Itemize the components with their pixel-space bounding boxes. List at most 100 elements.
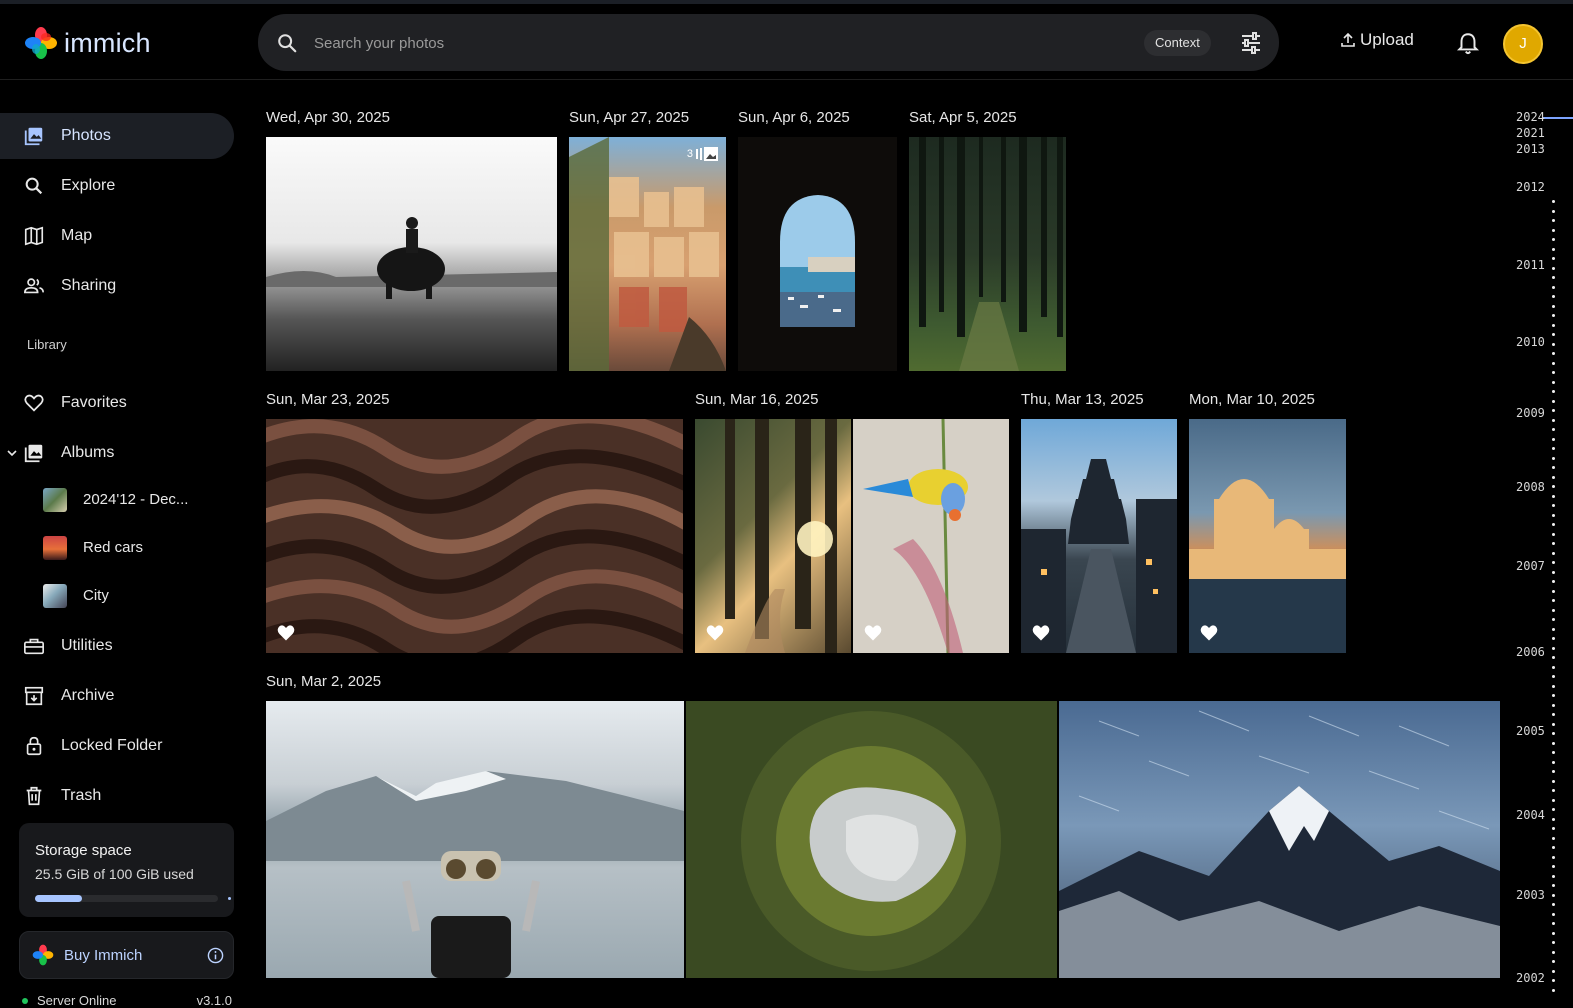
- sidebar-item-albums[interactable]: Albums: [0, 430, 234, 476]
- scrubber-year[interactable]: 2007: [1516, 559, 1545, 573]
- photo-thumbnail[interactable]: [738, 137, 897, 371]
- sidebar-item-archive[interactable]: Archive: [0, 673, 234, 719]
- date-group-header[interactable]: Thu, Mar 13, 2025: [1021, 391, 1144, 408]
- scrubber-year[interactable]: 2009: [1516, 406, 1545, 420]
- photo-thumbnail[interactable]: [1021, 419, 1177, 653]
- date-group-header[interactable]: Sun, Mar 16, 2025: [695, 391, 818, 408]
- date-group-header[interactable]: Sun, Mar 23, 2025: [266, 391, 389, 408]
- sidebar-item-label: Utilities: [61, 637, 113, 654]
- archive-icon: [24, 686, 44, 706]
- photo-content: [863, 419, 968, 653]
- photo-content: [266, 419, 683, 653]
- photo-thumbnail[interactable]: [853, 419, 1009, 653]
- sidebar-item-label: Trash: [61, 787, 102, 804]
- photo-thumbnail[interactable]: [1189, 419, 1346, 653]
- favorite-heart-icon[interactable]: [863, 623, 883, 643]
- favorite-heart-icon[interactable]: [1031, 623, 1051, 643]
- search-filters-icon[interactable]: [1239, 31, 1263, 55]
- storage-progress-bar: [35, 895, 231, 902]
- scrubber-year[interactable]: 2005: [1516, 724, 1545, 738]
- scrubber-dot: [1552, 817, 1555, 821]
- photo-thumbnail[interactable]: [1059, 701, 1500, 978]
- scrubber-year[interactable]: 2004: [1516, 808, 1545, 822]
- toolbox-icon: [24, 638, 44, 655]
- buy-immich-button[interactable]: Buy Immich: [19, 931, 234, 979]
- date-group-header[interactable]: Wed, Apr 30, 2025: [266, 109, 390, 126]
- scrubber-dot: [1552, 912, 1555, 916]
- album-item[interactable]: City: [0, 576, 234, 616]
- photo-thumbnail[interactable]: [686, 701, 1057, 978]
- sidebar-item-photos[interactable]: Photos: [0, 113, 234, 159]
- stack-indicator: 3: [687, 147, 718, 161]
- photo-thumbnail[interactable]: [266, 419, 683, 653]
- search-input[interactable]: [314, 28, 1134, 58]
- scrubber-year[interactable]: 2008: [1516, 480, 1545, 494]
- album-item[interactable]: Red cars: [0, 528, 234, 568]
- scrubber-dot: [1552, 931, 1555, 935]
- scrubber-dot: [1552, 874, 1555, 878]
- sidebar-item-explore[interactable]: Explore: [0, 163, 234, 209]
- scrubber-year[interactable]: 2021: [1516, 126, 1545, 140]
- sidebar-item-locked-folder[interactable]: Locked Folder: [0, 723, 234, 769]
- scrubber-dot: [1552, 532, 1555, 536]
- favorite-heart-icon[interactable]: [705, 623, 725, 643]
- scrubber-dot: [1552, 238, 1555, 241]
- date-group-header[interactable]: Sun, Apr 6, 2025: [738, 109, 850, 126]
- sidebar-item-map[interactable]: Map: [0, 213, 234, 259]
- scrubber-dot: [1552, 295, 1555, 298]
- immich-logo[interactable]: immich: [24, 26, 151, 60]
- notifications-bell-icon[interactable]: [1455, 31, 1481, 57]
- sidebar-item-label: Archive: [61, 687, 115, 704]
- storage-card[interactable]: Storage space 25.5 GiB of 100 GiB used: [19, 823, 234, 917]
- scrubber-year[interactable]: 2002: [1516, 971, 1545, 985]
- date-group-header[interactable]: Sat, Apr 5, 2025: [909, 109, 1017, 126]
- context-search-button[interactable]: Context: [1144, 30, 1211, 56]
- photo-thumbnail[interactable]: [266, 137, 557, 371]
- photo-content: [725, 419, 837, 653]
- favorite-heart-icon[interactable]: [1199, 623, 1219, 643]
- album-item[interactable]: 2024'12 - Dec...: [0, 480, 234, 520]
- chevron-down-icon[interactable]: [6, 447, 18, 459]
- scrubber-year[interactable]: 2024: [1516, 110, 1545, 124]
- sidebar-item-utilities[interactable]: Utilities: [0, 623, 234, 669]
- stack-icon: [696, 147, 718, 161]
- user-avatar[interactable]: J: [1503, 24, 1543, 64]
- lock-icon: [26, 736, 42, 756]
- favorite-heart-icon[interactable]: [276, 623, 296, 643]
- scrubber-dot: [1552, 827, 1555, 830]
- photo-content: [266, 771, 684, 978]
- stack-count: 3: [686, 148, 693, 160]
- scrubber-dot: [1552, 865, 1555, 868]
- sidebar-item-trash[interactable]: Trash: [0, 773, 234, 819]
- scrubber-year[interactable]: 2011: [1516, 258, 1545, 272]
- photo-thumbnail[interactable]: 3: [569, 137, 726, 371]
- sidebar-item-sharing[interactable]: Sharing: [0, 263, 234, 309]
- scrubber-dot: [1552, 371, 1555, 374]
- search-icon[interactable]: [276, 32, 298, 54]
- photo-thumbnail[interactable]: [695, 419, 851, 653]
- scrubber-dot: [1552, 504, 1555, 507]
- upload-button[interactable]: Upload: [1340, 30, 1414, 50]
- scrubber-dot: [1552, 884, 1555, 887]
- date-group-header[interactable]: Mon, Mar 10, 2025: [1189, 391, 1315, 408]
- scrubber-dot: [1552, 808, 1555, 811]
- scrubber-year[interactable]: 2010: [1516, 335, 1545, 349]
- photo-thumbnail[interactable]: [266, 701, 684, 978]
- photo-content: [266, 217, 557, 299]
- scrubber-dot: [1552, 969, 1555, 973]
- scrubber-year[interactable]: 2012: [1516, 180, 1545, 194]
- scrubber-dot: [1552, 789, 1555, 792]
- sidebar-item-favorites[interactable]: Favorites: [0, 380, 234, 426]
- timeline-scrubber[interactable]: 2024 2021 2013 2012 2011 2010 2009 2008 …: [1508, 100, 1573, 1008]
- scrubber-dot: [1552, 760, 1555, 764]
- scrubber-year[interactable]: 2006: [1516, 645, 1545, 659]
- scrubber-dot: [1552, 266, 1555, 270]
- date-group-header[interactable]: Sun, Apr 27, 2025: [569, 109, 689, 126]
- date-group-header[interactable]: Sun, Mar 2, 2025: [266, 673, 381, 690]
- storage-usage: 25.5 GiB of 100 GiB used: [35, 866, 194, 882]
- scrubber-year[interactable]: 2013: [1516, 142, 1545, 156]
- scrubber-dot: [1552, 361, 1555, 365]
- photo-thumbnail[interactable]: [909, 137, 1066, 371]
- scrubber-year[interactable]: 2003: [1516, 888, 1545, 902]
- info-icon[interactable]: [207, 947, 224, 964]
